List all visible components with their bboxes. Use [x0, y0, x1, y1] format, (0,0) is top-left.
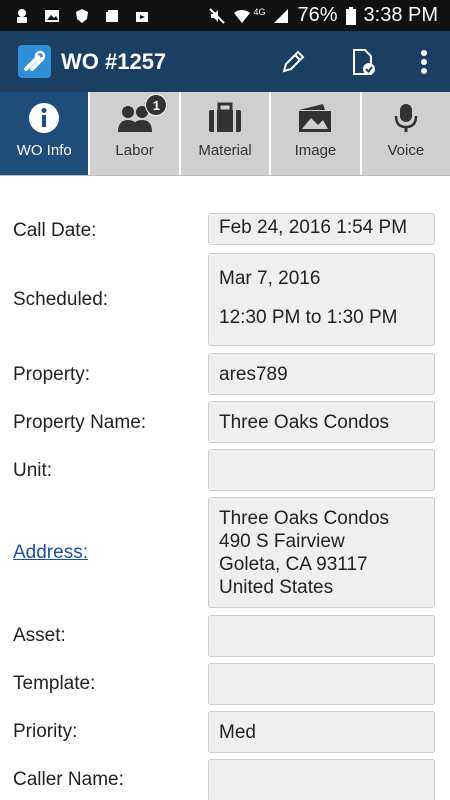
address-link[interactable]: Address: [13, 542, 208, 564]
scheduled-field[interactable]: Mar 7, 2016 12:30 PM to 1:30 PM [208, 253, 435, 346]
priority-field[interactable]: Med [208, 711, 435, 753]
tab-label: Labor [115, 142, 154, 159]
tools-icon [18, 45, 51, 78]
tab-wo-info[interactable]: WO Info [0, 92, 91, 175]
priority-row: Priority: Med [13, 711, 435, 753]
info-icon [29, 103, 60, 133]
property-name-row: Property Name: Three Oaks Condos [13, 401, 435, 444]
tab-voice[interactable]: Voice [361, 92, 450, 175]
address-row: Address: Three Oaks Condos 490 S Fairvie… [13, 497, 435, 608]
tab-label: Voice [387, 142, 425, 159]
scheduled-time: 12:30 PM to 1:30 PM [219, 307, 398, 328]
scheduled-row: Scheduled: Mar 7, 2016 12:30 PM to 1:30 … [13, 253, 435, 346]
address-field[interactable]: Three Oaks Condos 490 S Fairview Goleta,… [208, 497, 435, 608]
tab-label: Image [294, 142, 337, 159]
tab-image[interactable]: Image [271, 92, 362, 175]
scheduled-date: Mar 7, 2016 [219, 268, 321, 289]
asset-row: Asset: [13, 615, 435, 657]
call-date-label: Call Date: [13, 220, 97, 241]
template-field[interactable] [208, 663, 435, 705]
signal-icon [274, 8, 289, 23]
notification-icons [14, 8, 150, 24]
caller-name-row: Caller Name: [13, 759, 435, 800]
wifi-icon [234, 9, 251, 23]
tab-material[interactable]: Material [180, 92, 272, 175]
battery-percent: 76% [297, 4, 338, 26]
property-field[interactable]: ares789 [208, 353, 435, 395]
asset-field[interactable] [208, 615, 435, 657]
download-icon [17, 8, 27, 23]
property-label: Property: [13, 363, 91, 385]
caller-name-field[interactable] [208, 759, 435, 800]
video-icon [136, 11, 148, 22]
page-title: WO #1257 [61, 48, 167, 74]
shield-icon [76, 8, 88, 23]
labor-badge: 1 [145, 94, 168, 116]
template-row: Template: [13, 663, 435, 705]
app-actions [280, 31, 428, 92]
call-date-row: Call Date: Feb 24, 2016 1:54 PM [13, 213, 435, 249]
caller-name-label: Caller Name: [13, 769, 124, 790]
scheduled-label: Scheduled: [13, 288, 109, 310]
clock: 3:38 PM [363, 4, 438, 26]
gallery-icon [106, 9, 118, 22]
tab-label: Material [198, 142, 252, 159]
toolbox-icon [209, 102, 242, 132]
address-line: Goleta, CA 93117 [219, 554, 368, 575]
template-label: Template: [13, 673, 96, 694]
priority-label: Priority: [13, 721, 78, 742]
unit-row: Unit: [13, 449, 435, 492]
mute-icon [209, 7, 226, 24]
picture-icon [299, 104, 332, 132]
tab-label: WO Info [16, 142, 72, 159]
battery-icon [345, 6, 356, 25]
status-right: 4G 76% 3:38 PM [209, 0, 438, 31]
property-name-label: Property Name: [13, 411, 147, 433]
overflow-menu-icon[interactable] [420, 49, 428, 75]
address-line: United States [219, 577, 334, 598]
image-icon [45, 9, 59, 22]
status-bar: 4G 76% 3:38 PM [0, 0, 450, 31]
microphone-icon [394, 104, 418, 132]
unit-label: Unit: [13, 459, 53, 481]
wo-info-form: Call Date: Feb 24, 2016 1:54 PM Schedule… [0, 213, 450, 800]
unit-field[interactable] [208, 449, 435, 491]
address-line: 490 S Fairview [219, 531, 345, 552]
network-type: 4G [253, 6, 266, 17]
call-date-field[interactable]: Feb 24, 2016 1:54 PM [208, 213, 435, 245]
property-row: Property: ares789 [13, 353, 435, 396]
app-bar: WO #1257 [0, 31, 450, 92]
asset-label: Asset: [13, 625, 66, 646]
tab-bar: WO Info 1 Labor Material Image Voice [0, 92, 450, 176]
property-name-field[interactable]: Three Oaks Condos [208, 401, 435, 443]
document-check-icon[interactable] [350, 48, 376, 76]
address-line: Three Oaks Condos [219, 508, 390, 529]
tab-labor[interactable]: 1 Labor [90, 92, 181, 175]
edit-pencil-icon[interactable] [280, 49, 306, 75]
